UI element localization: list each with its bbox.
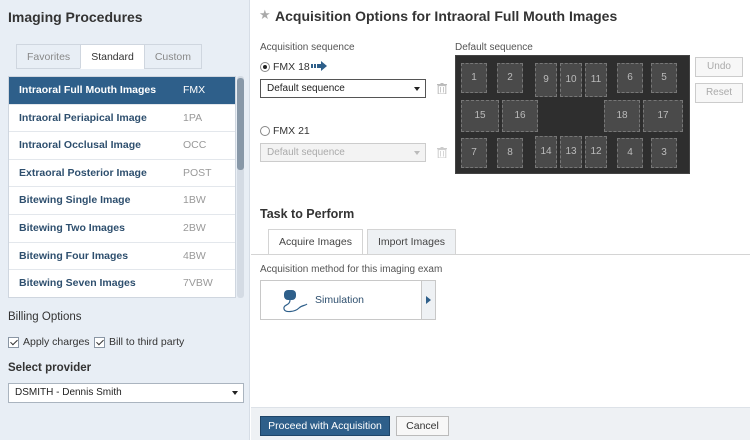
acquisition-method-name: Simulation (315, 294, 365, 306)
image-slot[interactable]: 9 (535, 63, 557, 97)
image-slot[interactable]: 2 (497, 63, 523, 93)
image-slot[interactable]: 3 (651, 138, 677, 168)
procedure-item[interactable]: Intraoral Full Mouth Images FMX (9, 77, 235, 105)
apply-charges-option[interactable]: Apply charges (8, 336, 90, 348)
bill-third-party-label: Bill to third party (109, 336, 185, 348)
image-slot[interactable]: 11 (585, 63, 607, 97)
image-slot[interactable]: 7 (461, 138, 487, 168)
acquisition-method-card[interactable]: Simulation (260, 280, 436, 320)
task-tabs: Acquire Images Import Images (268, 229, 457, 255)
procedure-item[interactable]: Bitewing Single Image 1BW (9, 187, 235, 215)
arrow-right-icon (311, 61, 327, 71)
default-sequence-label: Default sequence (455, 42, 533, 53)
scrollbar-thumb[interactable] (237, 78, 244, 170)
fmx21-sequence-value: Default sequence (267, 147, 345, 158)
procedure-name: Intraoral Full Mouth Images (19, 84, 157, 96)
procedure-item[interactable]: Intraoral Periapical Image 1PA (9, 105, 235, 133)
procedure-name: Bitewing Single Image (19, 194, 131, 207)
procedure-item[interactable]: Extraoral Posterior Image POST (9, 160, 235, 188)
procedure-name: Bitewing Seven Images (19, 277, 136, 290)
image-slot[interactable]: 8 (497, 138, 523, 168)
fmx18-radio[interactable] (260, 62, 270, 72)
procedure-name: Bitewing Two Images (19, 221, 125, 234)
procedure-code: 2BW (183, 221, 206, 234)
fmx21-label: FMX 21 (273, 125, 310, 137)
procedure-name: Intraoral Periapical Image (19, 111, 147, 124)
reset-button[interactable]: Reset (695, 83, 743, 103)
proceed-button[interactable]: Proceed with Acquisition (260, 416, 390, 436)
procedure-code: FMX (183, 84, 206, 96)
chevron-down-icon (232, 391, 238, 395)
image-slot[interactable]: 4 (617, 138, 643, 168)
divider (251, 254, 750, 255)
image-slot[interactable]: 5 (651, 63, 677, 93)
procedure-scrollbar[interactable] (237, 76, 244, 298)
page-title: Acquisition Options for Intraoral Full M… (275, 8, 618, 24)
undo-button[interactable]: Undo (695, 57, 743, 77)
chevron-down-icon (414, 151, 420, 155)
billing-options-heading: Billing Options (8, 311, 82, 323)
procedure-list: Intraoral Full Mouth Images FMX Intraoral… (8, 76, 236, 298)
fmx18-label: FMX 18 (273, 61, 310, 73)
procedure-code: OCC (183, 139, 207, 152)
bill-third-party-option[interactable]: Bill to third party (94, 336, 184, 348)
procedure-item[interactable]: Bitewing Two Images 2BW (9, 215, 235, 243)
image-slot[interactable]: 14 (535, 136, 557, 168)
image-slot[interactable]: 13 (560, 136, 582, 168)
tab-favorites[interactable]: Favorites (16, 44, 82, 69)
select-provider-heading: Select provider (8, 362, 92, 374)
apply-charges-label: Apply charges (23, 336, 90, 348)
fmx21-radio[interactable] (260, 126, 270, 136)
acquisition-sequence-label: Acquisition sequence (260, 42, 355, 53)
main-panel: ★ Acquisition Options for Intraoral Full… (251, 0, 750, 440)
procedure-item[interactable]: Bitewing Seven Images 7VBW (9, 270, 235, 297)
chevron-down-icon (414, 87, 420, 91)
provider-select[interactable]: DSMITH - Dennis Smith (8, 383, 244, 403)
image-slot[interactable]: 10 (560, 63, 582, 97)
apply-charges-checkbox[interactable] (8, 336, 19, 348)
default-sequence-grid: 1 2 9 10 11 6 5 15 16 18 17 7 8 14 13 12… (455, 55, 690, 174)
procedure-code: 1PA (183, 111, 203, 124)
procedure-name: Extraoral Posterior Image (19, 166, 147, 179)
cancel-button[interactable]: Cancel (396, 416, 449, 436)
procedure-code: 4BW (183, 249, 206, 262)
action-footer: Proceed with Acquisition Cancel (251, 407, 750, 440)
procedure-name: Intraoral Occlusal Image (19, 139, 141, 152)
tab-import-images[interactable]: Import Images (366, 229, 457, 255)
fmx18-sequence-select[interactable]: Default sequence (260, 79, 426, 98)
image-slot[interactable]: 16 (502, 100, 538, 132)
procedure-name: Bitewing Four Images (19, 249, 129, 262)
expand-arrow-icon[interactable] (421, 281, 435, 319)
fmx18-sequence-value: Default sequence (267, 83, 345, 94)
image-slot[interactable]: 1 (461, 63, 487, 93)
image-slot[interactable]: 18 (604, 100, 640, 132)
image-slot[interactable]: 15 (461, 100, 499, 132)
bill-third-party-checkbox[interactable] (94, 336, 105, 348)
procedure-item[interactable]: Bitewing Four Images 4BW (9, 243, 235, 271)
tab-standard[interactable]: Standard (80, 44, 145, 69)
sensor-cable-icon (283, 290, 308, 313)
acquisition-method-label: Acquisition method for this imaging exam (260, 264, 443, 275)
procedure-code: POST (183, 166, 212, 179)
star-icon[interactable]: ★ (259, 7, 271, 23)
procedure-code: 7VBW (183, 277, 213, 290)
tab-custom[interactable]: Custom (143, 44, 202, 69)
image-slot[interactable]: 12 (585, 136, 607, 168)
trash-icon[interactable] (437, 147, 447, 158)
left-panel: Imaging Procedures Favorites Standard Cu… (0, 0, 250, 440)
procedure-tabs: Favorites Standard Custom (16, 44, 202, 69)
tab-acquire-images[interactable]: Acquire Images (268, 229, 363, 255)
procedure-item[interactable]: Intraoral Occlusal Image OCC (9, 132, 235, 160)
fmx21-sequence-select[interactable]: Default sequence (260, 143, 426, 162)
panel-title: Imaging Procedures (8, 9, 143, 25)
provider-value: DSMITH - Dennis Smith (15, 387, 122, 398)
task-heading: Task to Perform (260, 207, 355, 221)
image-slot[interactable]: 17 (643, 100, 683, 132)
trash-icon[interactable] (437, 83, 447, 94)
image-slot[interactable]: 6 (617, 63, 643, 93)
procedure-code: 1BW (183, 194, 206, 207)
